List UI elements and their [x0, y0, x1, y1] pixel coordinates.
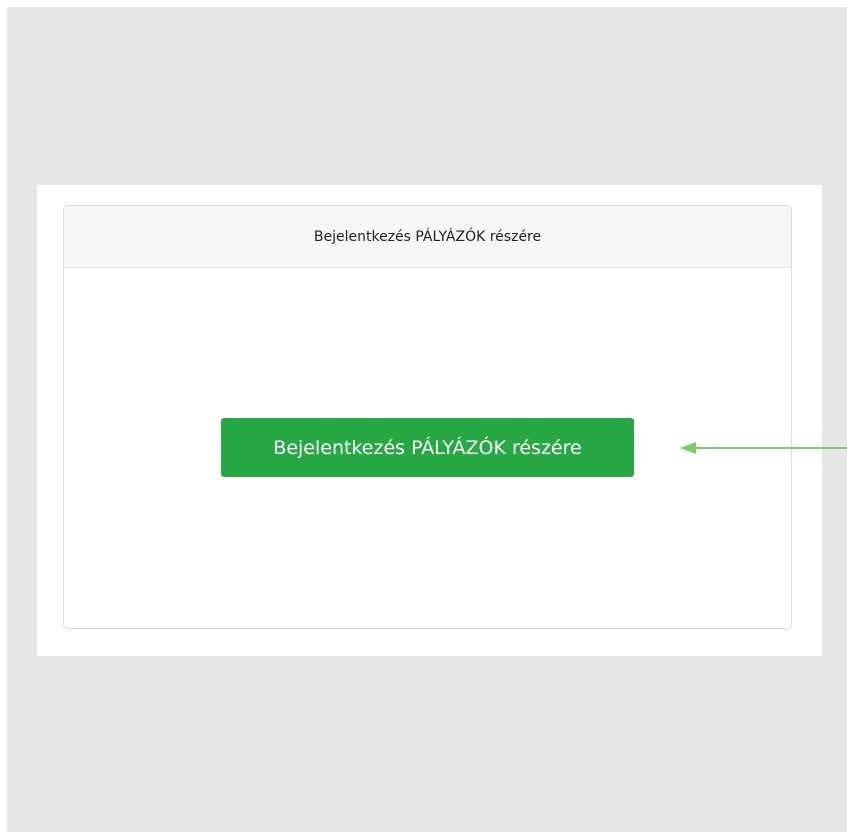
- login-button[interactable]: Bejelentkezés PÁLYÁZÓK részére: [221, 418, 634, 477]
- login-card: Bejelentkezés PÁLYÁZÓK részére: [63, 205, 792, 629]
- card-header-title: Bejelentkezés PÁLYÁZÓK részére: [313, 228, 542, 245]
- card-header: Bejelentkezés PÁLYÁZÓK részére: [64, 206, 791, 268]
- arrow-left-icon: [680, 442, 847, 454]
